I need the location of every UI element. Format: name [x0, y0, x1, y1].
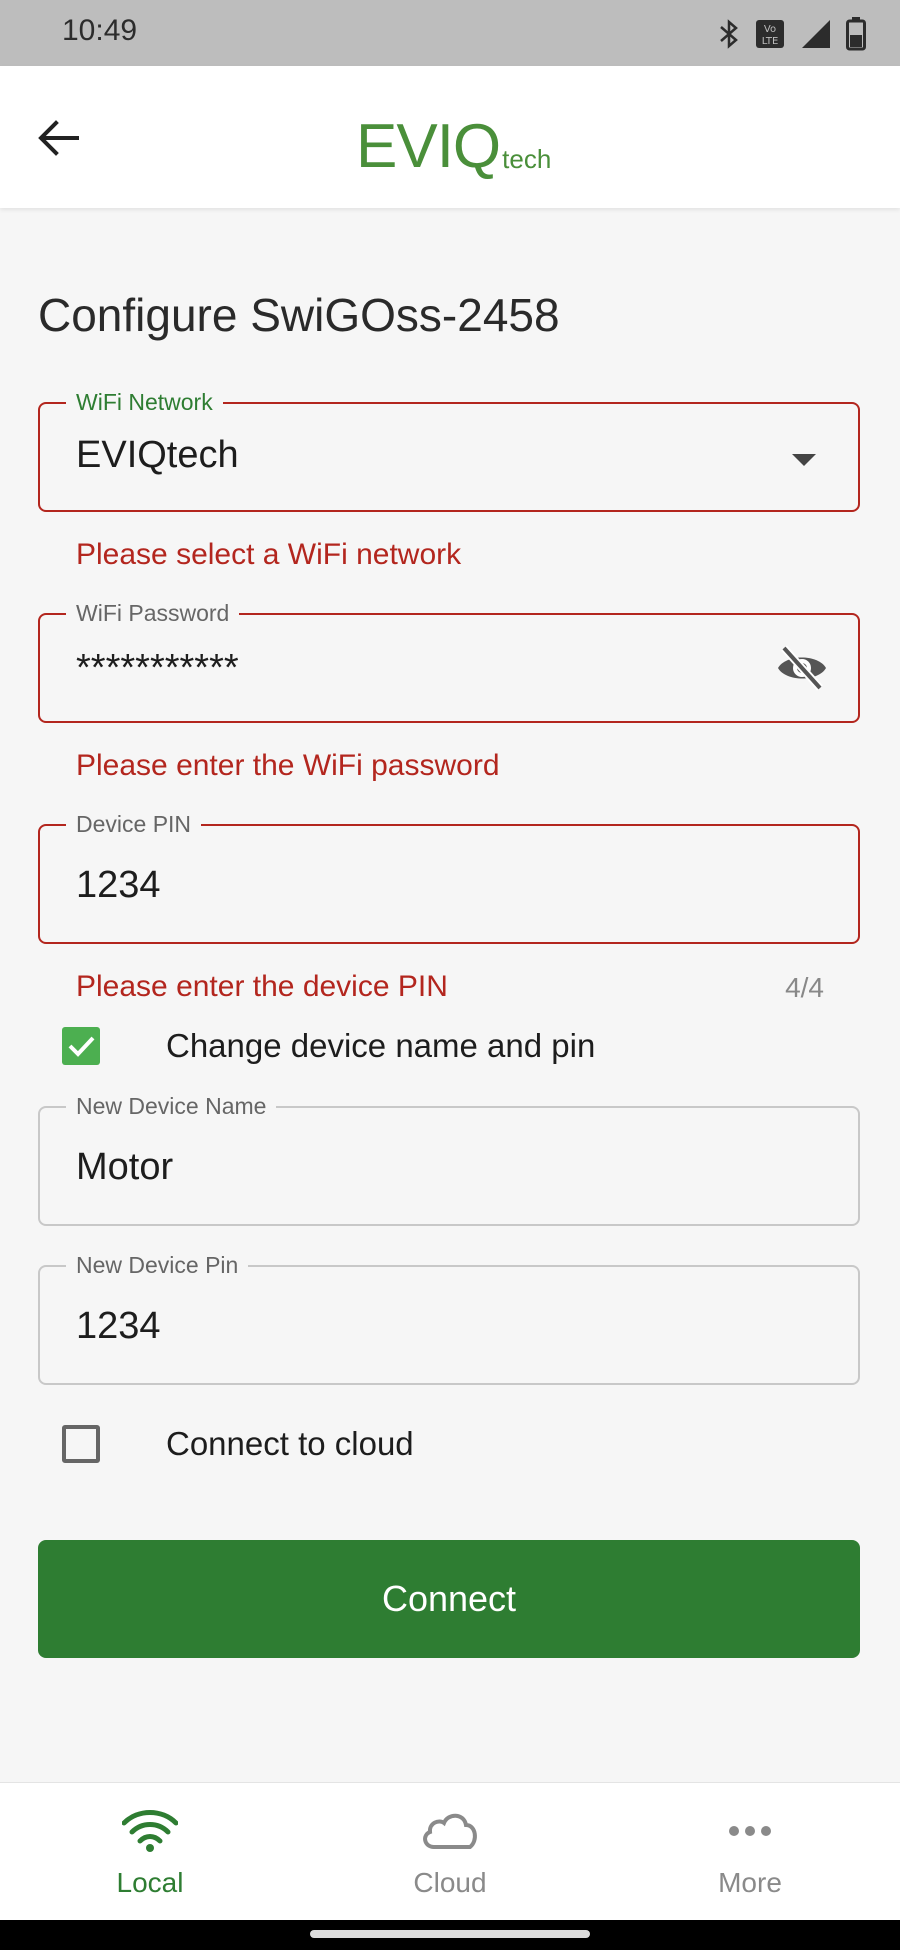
- page-title: Configure SwiGOss-2458: [38, 289, 560, 341]
- new-device-pin-value: 1234: [76, 1305, 161, 1347]
- nav-label-more: More: [718, 1867, 782, 1898]
- nav-item-cloud[interactable]: Cloud: [350, 1805, 550, 1915]
- device-pin-label: Device PIN: [66, 811, 202, 838]
- new-device-name-field[interactable]: New Device Name Motor: [38, 1093, 860, 1226]
- back-button[interactable]: [28, 108, 88, 168]
- change-name-pin-checkbox[interactable]: [62, 1027, 100, 1065]
- connect-cloud-row[interactable]: Connect to cloud: [62, 1422, 414, 1466]
- new-device-pin-label: New Device Pin: [66, 1252, 249, 1279]
- wifi-password-label: WiFi Password: [66, 600, 240, 627]
- eviq-logo: EVIQ tech: [356, 108, 551, 178]
- change-name-pin-label: Change device name and pin: [166, 1027, 596, 1064]
- wifi-icon: [122, 1805, 178, 1857]
- check-icon: [68, 1036, 95, 1057]
- dropdown-arrow-icon: [792, 454, 816, 466]
- status-icons: Vo LTE: [718, 14, 866, 54]
- wifi-network-dropdown[interactable]: WiFi Network EVIQtech: [38, 389, 860, 512]
- svg-text:LTE: LTE: [762, 36, 779, 47]
- wifi-network-label: WiFi Network: [66, 389, 223, 416]
- arrow-back-icon: [38, 120, 79, 156]
- wifi-password-field[interactable]: WiFi Password ***********: [38, 600, 860, 723]
- nav-label-local: Local: [116, 1867, 184, 1898]
- change-name-pin-row[interactable]: Change device name and pin: [62, 1024, 595, 1068]
- volte-icon: Vo LTE: [754, 18, 786, 50]
- more-horiz-icon: [728, 1805, 772, 1857]
- wifi-network-value: EVIQtech: [76, 434, 239, 476]
- nav-item-local[interactable]: Local: [50, 1805, 250, 1915]
- wifi-password-error: Please enter the WiFi password: [76, 749, 500, 782]
- svg-text:Vo: Vo: [764, 24, 776, 35]
- new-device-name-label: New Device Name: [66, 1093, 277, 1120]
- new-device-name-value: Motor: [76, 1146, 174, 1188]
- logo-sub-text: tech: [502, 144, 552, 174]
- app-bar: EVIQ tech: [0, 66, 900, 208]
- logo-main-text: EVIQ: [356, 112, 501, 181]
- nav-label-cloud: Cloud: [413, 1867, 487, 1898]
- nav-item-more[interactable]: More: [650, 1805, 850, 1915]
- bluetooth-icon: [718, 18, 740, 50]
- connect-button[interactable]: Connect: [38, 1540, 860, 1658]
- status-time: 10:49: [62, 14, 138, 47]
- status-bar: 10:49 Vo LTE: [0, 0, 900, 66]
- device-pin-value: 1234: [76, 864, 161, 906]
- home-indicator-bar[interactable]: [310, 1930, 590, 1938]
- cloud-icon: [420, 1805, 480, 1857]
- wifi-network-error: Please select a WiFi network: [76, 538, 462, 571]
- new-device-pin-field[interactable]: New Device Pin 1234: [38, 1252, 860, 1385]
- device-pin-counter: 4/4: [785, 972, 824, 1003]
- signal-icon: [800, 18, 832, 50]
- visibility-off-icon[interactable]: [774, 640, 830, 696]
- battery-icon: [846, 17, 866, 51]
- connect-cloud-checkbox[interactable]: [62, 1425, 100, 1463]
- wifi-password-value: ***********: [76, 647, 239, 689]
- connect-cloud-label: Connect to cloud: [166, 1425, 414, 1462]
- device-pin-error: Please enter the device PIN: [76, 970, 448, 1003]
- device-pin-field[interactable]: Device PIN 1234: [38, 811, 860, 944]
